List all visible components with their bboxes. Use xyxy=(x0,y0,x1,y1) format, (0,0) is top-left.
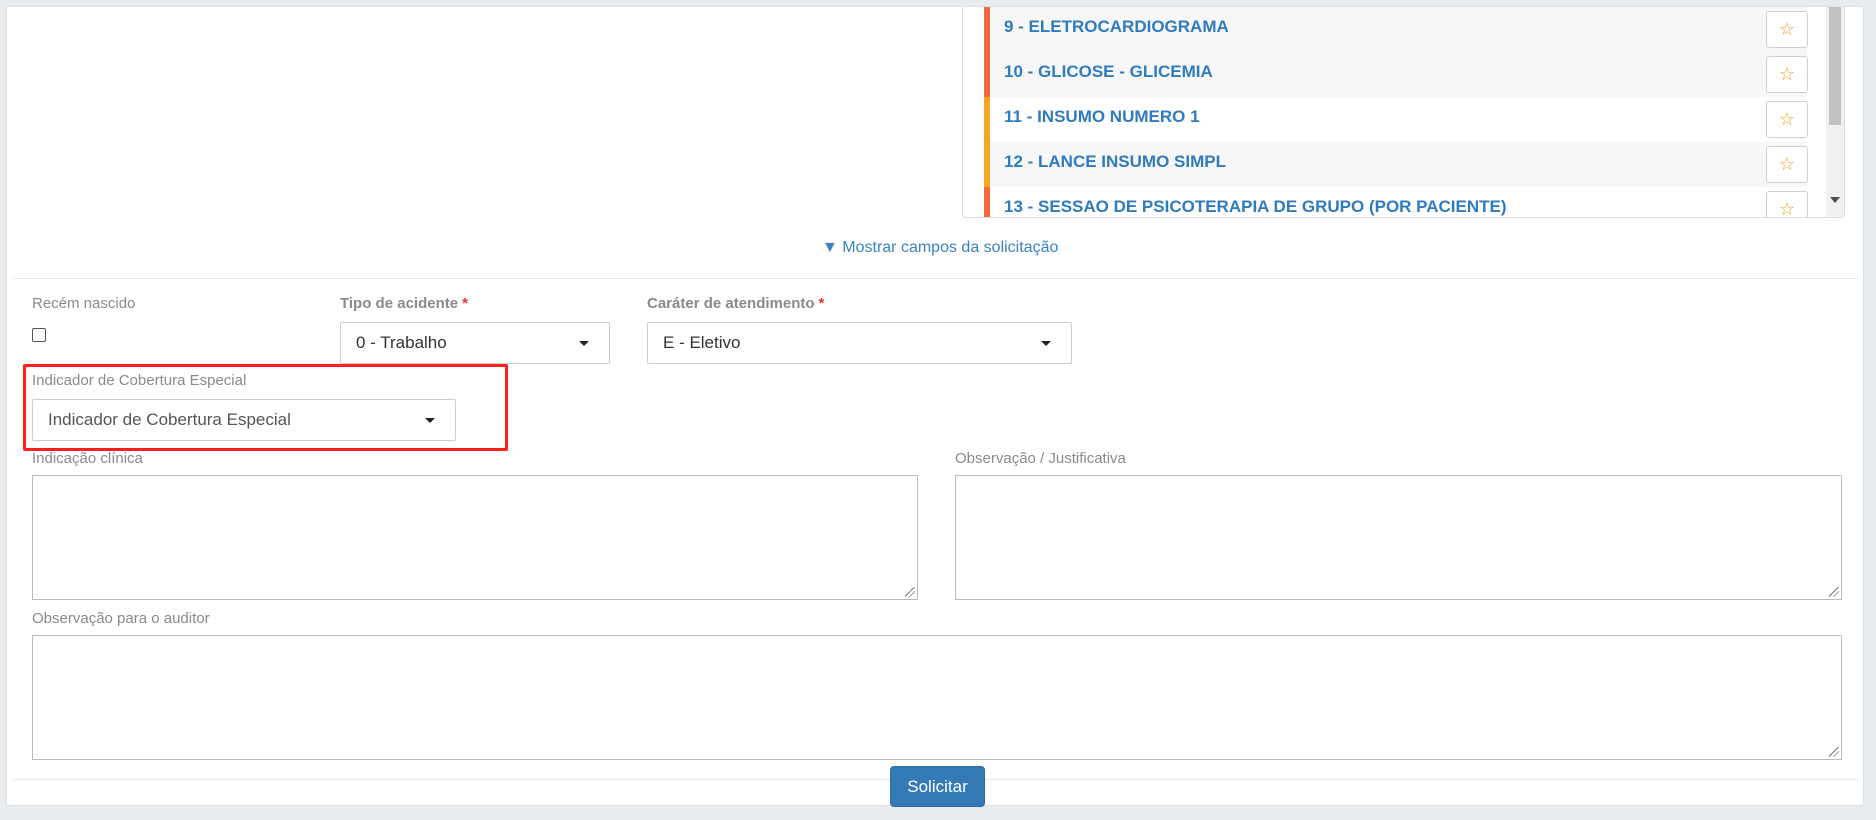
favorite-star-button[interactable]: ☆ xyxy=(1766,101,1808,138)
solicitar-button[interactable]: Solicitar xyxy=(890,766,985,807)
carater-atendimento-value: E - Eletivo xyxy=(663,333,741,352)
form-panel: 9 - ELETROCARDIOGRAMA ☆ 10 - GLICOSE - G… xyxy=(6,6,1864,807)
resize-grip-icon[interactable] xyxy=(1829,747,1839,757)
indicador-cobertura-placeholder: Indicador de Cobertura Especial xyxy=(48,410,291,429)
star-icon: ☆ xyxy=(1778,64,1796,84)
indicacao-clinica-textarea[interactable] xyxy=(32,475,918,600)
list-scrollbar[interactable] xyxy=(1826,7,1844,217)
favorite-star-button[interactable]: ☆ xyxy=(1766,11,1808,48)
procedure-list[interactable]: 9 - ELETROCARDIOGRAMA ☆ 10 - GLICOSE - G… xyxy=(962,7,1845,218)
star-icon: ☆ xyxy=(1778,19,1796,39)
recem-nascido-checkbox[interactable] xyxy=(32,328,46,342)
tipo-acidente-value: 0 - Trabalho xyxy=(356,333,447,352)
procedure-label[interactable]: 12 - LANCE INSUMO SIMPL xyxy=(1004,152,1226,172)
star-icon: ☆ xyxy=(1778,199,1796,218)
indicacao-clinica-label: Indicação clínica xyxy=(32,450,143,467)
scrollbar-thumb[interactable] xyxy=(1829,7,1841,125)
favorite-star-button[interactable]: ☆ xyxy=(1766,191,1808,218)
star-icon: ☆ xyxy=(1778,154,1796,174)
procedure-item[interactable]: 11 - INSUMO NUMERO 1 ☆ xyxy=(984,97,1808,142)
scroll-down-arrow-icon[interactable] xyxy=(1830,197,1840,203)
favorite-star-button[interactable]: ☆ xyxy=(1766,56,1808,93)
observacao-justificativa-textarea[interactable] xyxy=(955,475,1842,600)
procedure-item[interactable]: 13 - SESSAO DE PSICOTERAPIA DE GRUPO (PO… xyxy=(984,187,1808,218)
procedure-item[interactable]: 12 - LANCE INSUMO SIMPL ☆ xyxy=(984,142,1808,187)
section-divider xyxy=(13,278,1859,279)
tipo-acidente-label: Tipo de acidente * xyxy=(340,295,468,312)
favorite-star-button[interactable]: ☆ xyxy=(1766,146,1808,183)
procedure-label[interactable]: 10 - GLICOSE - GLICEMIA xyxy=(1004,62,1213,82)
procedure-label[interactable]: 11 - INSUMO NUMERO 1 xyxy=(1004,107,1200,127)
required-mark: * xyxy=(818,295,825,312)
observacao-auditor-textarea[interactable] xyxy=(32,635,1842,760)
required-mark: * xyxy=(462,295,468,312)
carater-atendimento-label: Caráter de atendimento * xyxy=(647,295,825,312)
indicador-cobertura-label: Indicador de Cobertura Especial xyxy=(32,372,247,389)
procedure-label[interactable]: 13 - SESSAO DE PSICOTERAPIA DE GRUPO (PO… xyxy=(1004,197,1507,217)
observacao-auditor-label: Observação para o auditor xyxy=(32,610,210,627)
carater-atendimento-select[interactable]: E - Eletivo xyxy=(647,322,1072,364)
tipo-acidente-select[interactable]: 0 - Trabalho xyxy=(340,322,610,364)
resize-grip-icon[interactable] xyxy=(1829,587,1839,597)
resize-grip-icon[interactable] xyxy=(905,587,915,597)
procedure-label[interactable]: 9 - ELETROCARDIOGRAMA xyxy=(1004,17,1229,37)
procedure-item[interactable]: 10 - GLICOSE - GLICEMIA ☆ xyxy=(984,52,1808,97)
recem-nascido-label: Recém nascido xyxy=(32,295,136,312)
procedure-item[interactable]: 9 - ELETROCARDIOGRAMA ☆ xyxy=(984,7,1808,52)
caret-down-icon xyxy=(579,341,589,346)
indicador-cobertura-select[interactable]: Indicador de Cobertura Especial xyxy=(32,399,456,441)
observacao-justificativa-label: Observação / Justificativa xyxy=(955,450,1126,467)
caret-down-icon xyxy=(425,418,435,423)
show-request-fields-link[interactable]: ▼ Mostrar campos da solicitação xyxy=(822,239,1058,257)
caret-down-icon xyxy=(1041,341,1051,346)
star-icon: ☆ xyxy=(1778,109,1796,129)
